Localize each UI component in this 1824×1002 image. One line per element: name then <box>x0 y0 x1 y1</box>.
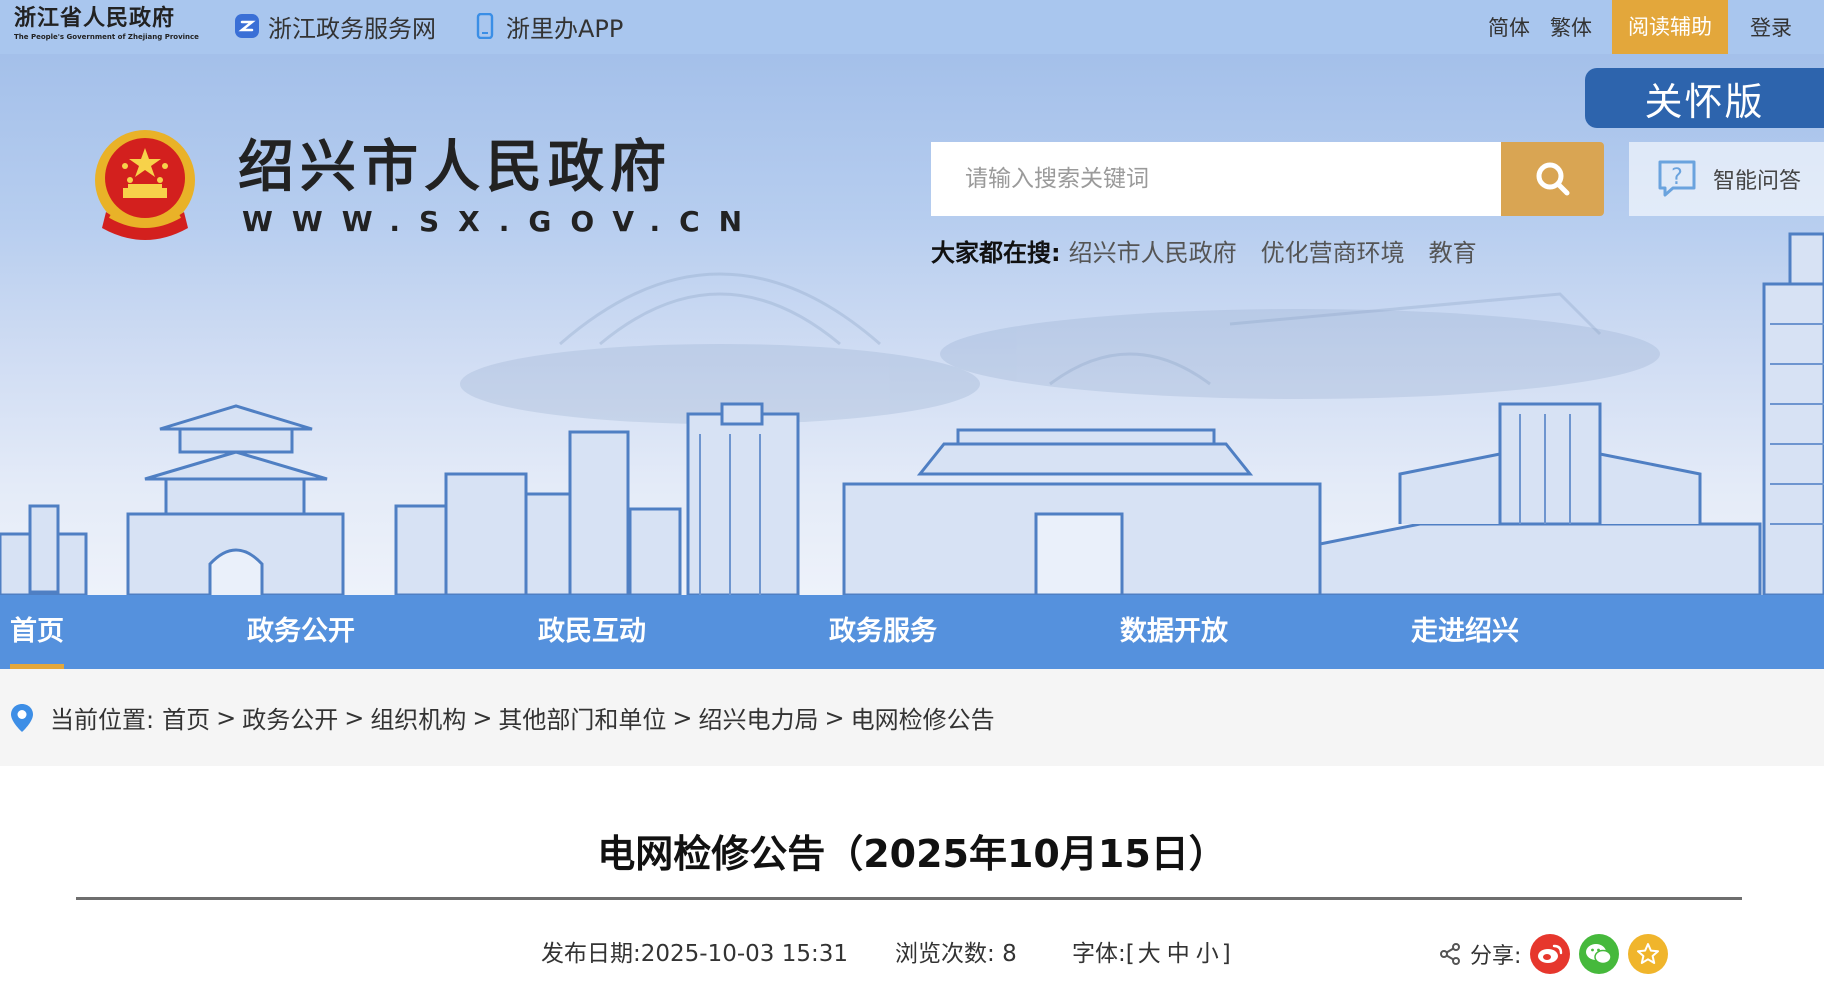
view-count-value: 8 <box>1002 941 1017 967</box>
nav-about-shaoxing[interactable]: 走进绍兴 <box>1411 595 1519 669</box>
font-size-medium[interactable]: 中 <box>1167 941 1190 967</box>
star-icon <box>1637 943 1660 964</box>
breadcrumb-separator: > <box>344 703 365 732</box>
hot-search-label: 大家都在搜: <box>931 238 1061 267</box>
nav-public-interaction[interactable]: 政民互动 <box>538 595 646 669</box>
hot-search-item[interactable]: 教育 <box>1429 233 1477 268</box>
svg-text:?: ? <box>1671 165 1683 190</box>
breadcrumb-item[interactable]: 首页 <box>162 700 210 735</box>
wechat-icon <box>1586 944 1613 965</box>
weibo-icon <box>1538 944 1563 963</box>
search-icon <box>1536 162 1569 196</box>
ai-qa-button[interactable]: ? 智能问答 <box>1629 142 1824 216</box>
breadcrumb-separator: > <box>472 703 493 732</box>
article-title: 电网检修公告（2025年10月15日） <box>597 832 1227 876</box>
zhejiang-government-logo[interactable]: 浙江省人民政府 The People's Government of Zheji… <box>14 4 199 48</box>
share-bar: 分享: <box>1438 932 1669 976</box>
hot-search: 大家都在搜: 绍兴市人民政府 优化营商环境 教育 <box>931 230 1501 270</box>
breadcrumb-separator: > <box>672 703 693 732</box>
zhejiang-service-link[interactable]: 浙江政务服务网 <box>234 8 436 44</box>
search-input[interactable] <box>931 142 1501 216</box>
publish-date: 发布日期:2025-10-03 15:31 <box>541 936 848 972</box>
share-wechat-button[interactable] <box>1579 934 1620 974</box>
zheliban-app-label: 浙里办APP <box>506 14 624 43</box>
main-navigation: 首页 政务公开 政民互动 政务服务 数据开放 走进绍兴 <box>0 595 1824 669</box>
province-logo-text: 浙江省人民政府 <box>14 5 176 31</box>
care-version-button[interactable]: 关怀版 <box>1585 68 1824 128</box>
reading-aid-button[interactable]: 阅读辅助 <box>1612 0 1728 54</box>
nav-government-affairs-open[interactable]: 政务公开 <box>247 595 355 669</box>
nav-home[interactable]: 首页 <box>10 595 64 669</box>
breadcrumb-separator: > <box>824 703 845 732</box>
title-divider <box>76 897 1742 900</box>
nav-open-data[interactable]: 数据开放 <box>1120 595 1228 669</box>
zhejiang-service-icon <box>234 13 260 39</box>
header-banner: 关怀版 绍兴市人民政府 WWW.SX.GOV.CN ? 智能问答 大家都在搜: <box>0 54 1824 595</box>
breadcrumb-separator: > <box>216 703 237 732</box>
share-icon <box>1440 943 1460 965</box>
breadcrumb-item-current[interactable]: 电网检修公告 <box>851 700 995 735</box>
view-count-label: 浏览次数: <box>895 941 995 967</box>
font-size-close: ] <box>1221 941 1231 967</box>
question-chat-icon: ? <box>1658 160 1696 197</box>
location-pin-icon <box>11 703 33 732</box>
zheliban-app-link[interactable]: 浙里办APP <box>472 8 623 44</box>
hot-search-item[interactable]: 优化营商环境 <box>1261 233 1405 268</box>
publish-date-value: 2025-10-03 15:31 <box>640 941 849 967</box>
login-link[interactable]: 登录 <box>1740 12 1802 42</box>
breadcrumb-item[interactable]: 政务公开 <box>242 700 338 735</box>
share-label: 分享: <box>1470 944 1522 969</box>
traditional-chinese-link[interactable]: 繁体 <box>1540 12 1602 42</box>
ai-qa-label: 智能问答 <box>1713 169 1802 194</box>
breadcrumb-label: 当前位置: <box>50 706 155 734</box>
province-logo-subtext: The People's Government of Zhejiang Prov… <box>14 33 199 41</box>
breadcrumb-item[interactable]: 组织机构 <box>370 700 466 735</box>
publish-date-label: 发布日期: <box>541 941 641 967</box>
font-size-large[interactable]: 大 <box>1138 941 1161 967</box>
site-url: WWW.SX.GOV.CN <box>242 205 762 238</box>
breadcrumb-item[interactable]: 其他部门和单位 <box>498 700 666 735</box>
national-emblem-logo[interactable] <box>92 128 198 244</box>
mobile-app-icon <box>472 13 498 39</box>
view-count: 浏览次数: 8 <box>895 936 1017 972</box>
site-title: 绍兴市人民政府 <box>238 134 672 200</box>
share-weibo-button[interactable] <box>1530 934 1571 974</box>
breadcrumb: 当前位置: 首页 > 政务公开 > 组织机构 > 其他部门和单位 > 绍兴电力局… <box>0 669 1824 766</box>
share-favorite-button[interactable] <box>1628 934 1669 974</box>
search-button[interactable] <box>1501 142 1604 216</box>
simplified-chinese-link[interactable]: 简体 <box>1478 12 1540 42</box>
top-right-tools: 简体 繁体 阅读辅助 登录 <box>1478 0 1824 54</box>
nav-government-services[interactable]: 政务服务 <box>829 595 937 669</box>
top-utility-bar: 浙江省人民政府 The People's Government of Zheji… <box>0 0 1824 54</box>
font-size-selector: 字体:[大中小] <box>1072 936 1231 972</box>
zhejiang-service-label: 浙江政务服务网 <box>268 14 436 43</box>
font-size-label: 字体:[ <box>1072 941 1135 967</box>
font-size-small[interactable]: 小 <box>1196 941 1219 967</box>
hot-search-item[interactable]: 绍兴市人民政府 <box>1069 233 1237 268</box>
breadcrumb-item[interactable]: 绍兴电力局 <box>699 700 819 735</box>
